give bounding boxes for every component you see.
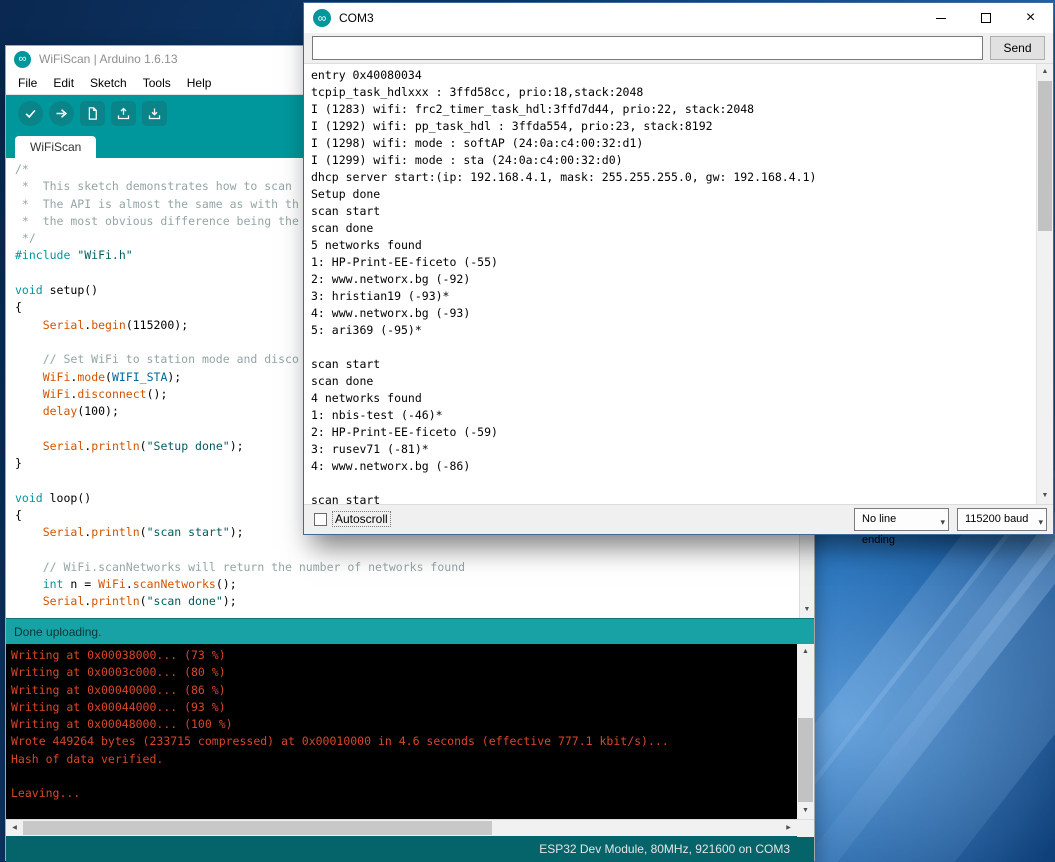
chevron-down-icon: ▾ [940,512,945,533]
console-hscroll-thumb[interactable] [23,821,492,835]
maximize-icon [981,13,991,23]
autoscroll-label[interactable]: Autoscroll [333,512,390,526]
new-sketch-button[interactable] [80,101,105,126]
serial-monitor-window: ∞ COM3 × Send entry 0x40080034 tcpip_tas… [303,2,1054,535]
scroll-down-icon[interactable]: ▼ [800,602,814,618]
upload-button[interactable] [49,101,74,126]
send-button[interactable]: Send [990,36,1045,60]
console-scroll-down-icon[interactable]: ▼ [797,803,814,819]
serial-output-text[interactable]: entry 0x40080034 tcpip_task_hdlxxx : 3ff… [304,64,1036,504]
monitor-scroll-thumb[interactable] [1038,81,1052,231]
minimize-button[interactable] [918,4,963,33]
document-icon [85,106,100,121]
minimize-icon [936,18,946,19]
arduino-logo-icon: ∞ [14,51,31,68]
console-scroll-right-icon[interactable]: ▶ [780,820,797,837]
serial-output-area: entry 0x40080034 tcpip_task_hdlxxx : 3ff… [304,63,1053,505]
scrollbar-corner [797,820,814,837]
save-icon [147,106,162,121]
baud-rate-select[interactable]: 115200 baud ▾ [957,508,1047,531]
menu-file[interactable]: File [10,74,45,92]
close-icon: × [1026,10,1035,26]
open-sketch-button[interactable] [111,101,136,126]
monitor-scroll-up-icon[interactable]: ▲ [1037,64,1053,80]
autoscroll-checkbox[interactable] [314,513,327,526]
menu-sketch[interactable]: Sketch [82,74,135,92]
serial-input[interactable] [312,36,983,60]
console-scroll-thumb[interactable] [798,718,813,802]
tab-label: WiFiScan [30,140,81,154]
console-scroll-up-icon[interactable]: ▲ [797,644,814,660]
board-status-text: ESP32 Dev Module, 80MHz, 921600 on COM3 [539,842,790,856]
monitor-title: COM3 [339,11,918,25]
console-hscrollbar[interactable]: ◀ ▶ [6,819,814,836]
upload-status-bar: Done uploading. [6,618,814,644]
code-line: Serial.println("scan done"); [15,593,799,610]
check-icon [23,106,38,121]
close-button[interactable]: × [1008,4,1053,33]
upload-status-text: Done uploading. [14,625,101,639]
menu-edit[interactable]: Edit [45,74,82,92]
menu-tools[interactable]: Tools [135,74,179,92]
code-line [15,542,799,559]
arduino-logo-icon: ∞ [313,9,331,27]
maximize-button[interactable] [963,4,1008,33]
line-ending-select[interactable]: No line ending ▾ [854,508,949,531]
arrow-right-icon [54,106,69,121]
console-scroll-left-icon[interactable]: ◀ [6,820,23,837]
ide-window-title: WiFiScan | Arduino 1.6.13 [39,52,178,66]
console-output[interactable]: Writing at 0x00038000... (73 %) Writing … [6,644,797,819]
serial-input-row: Send [304,33,1053,63]
console-vscrollbar[interactable]: ▲ ▼ [797,644,814,819]
save-sketch-button[interactable] [142,101,167,126]
console-area: Writing at 0x00038000... (73 %) Writing … [6,644,814,819]
baud-rate-value: 115200 baud [965,513,1028,525]
open-icon [116,106,131,121]
code-line: // WiFi.scanNetworks will return the num… [15,559,799,576]
monitor-scroll-down-icon[interactable]: ▼ [1037,488,1053,504]
verify-button[interactable] [18,101,43,126]
tab-wifiscan[interactable]: WiFiScan [15,136,96,158]
monitor-bottom-bar: Autoscroll No line ending ▾ 115200 baud … [304,505,1053,534]
code-line: int n = WiFi.scanNetworks(); [15,576,799,593]
line-ending-value: No line ending [862,513,896,546]
monitor-scrollbar[interactable]: ▲ ▼ [1036,64,1053,504]
board-status-bar: ESP32 Dev Module, 80MHz, 921600 on COM3 [6,836,814,862]
monitor-titlebar[interactable]: ∞ COM3 × [304,3,1053,33]
menu-help[interactable]: Help [179,74,220,92]
chevron-down-icon: ▾ [1038,512,1043,533]
